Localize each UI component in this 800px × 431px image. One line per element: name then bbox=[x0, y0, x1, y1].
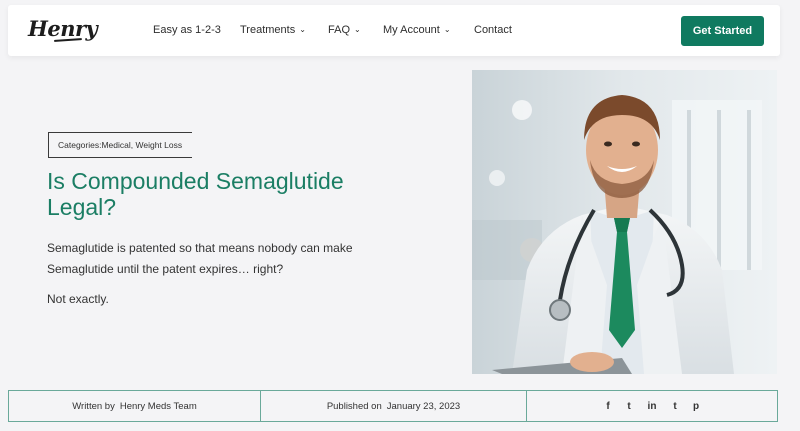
categories-box: Categories: Medical, Weight Loss bbox=[48, 132, 192, 158]
article-meta-bar: Written by Henry Meds Team Published on … bbox=[8, 390, 778, 422]
chevron-down-icon: ⌄ bbox=[299, 25, 306, 34]
author-label: Written by bbox=[72, 400, 115, 412]
henry-logo[interactable]: Henry bbox=[28, 16, 98, 41]
page-title: Is Compounded Semaglutide Legal? bbox=[47, 168, 344, 220]
nav-contact[interactable]: Contact bbox=[474, 24, 512, 36]
nav-treatments-label: Treatments bbox=[240, 24, 296, 36]
published-cell: Published on January 23, 2023 bbox=[260, 391, 526, 421]
social-share-cell: f t in t p bbox=[526, 391, 777, 421]
nav-my-account[interactable]: My Account ⌄ bbox=[383, 24, 451, 36]
categories-links[interactable]: Medical, Weight Loss bbox=[101, 140, 182, 150]
tumblr-icon[interactable]: t bbox=[670, 401, 680, 412]
chevron-down-icon: ⌄ bbox=[443, 25, 451, 34]
pinterest-icon[interactable]: p bbox=[691, 401, 701, 412]
intro-paragraph: Semaglutide is patented so that means no… bbox=[47, 241, 353, 276]
nav-my-account-label: My Account bbox=[383, 24, 440, 36]
published-label: Published on bbox=[326, 400, 382, 412]
nav-faq-label: FAQ bbox=[328, 24, 351, 36]
author-name[interactable]: Henry Meds Team bbox=[120, 401, 197, 412]
published-date: January 23, 2023 bbox=[386, 400, 461, 412]
nav-contact-label: Contact bbox=[474, 24, 512, 36]
linkedin-icon[interactable]: in bbox=[645, 401, 659, 412]
facebook-icon[interactable]: f bbox=[603, 401, 613, 412]
nav-easy-as-123[interactable]: Easy as 1-2-3 bbox=[153, 24, 221, 36]
chevron-down-icon: ⌄ bbox=[354, 25, 361, 34]
nav-treatments[interactable]: Treatments ⌄ bbox=[240, 24, 306, 36]
nav-faq[interactable]: FAQ ⌄ bbox=[328, 24, 361, 36]
nav-easy-as-123-label: Easy as 1-2-3 bbox=[153, 24, 221, 36]
intro-paragraph-2: Not exactly. bbox=[47, 292, 109, 306]
author-cell: Written by Henry Meds Team bbox=[9, 391, 260, 421]
doctor-photo bbox=[472, 70, 777, 374]
site-header: Henry Easy as 1-2-3 Treatments ⌄ FAQ ⌄ My … bbox=[8, 5, 780, 56]
get-started-button[interactable]: Get Started bbox=[681, 16, 764, 46]
twitter-icon[interactable]: t bbox=[624, 401, 634, 412]
categories-prefix: Categories: bbox=[58, 140, 102, 150]
doctor-illustration bbox=[472, 70, 777, 374]
